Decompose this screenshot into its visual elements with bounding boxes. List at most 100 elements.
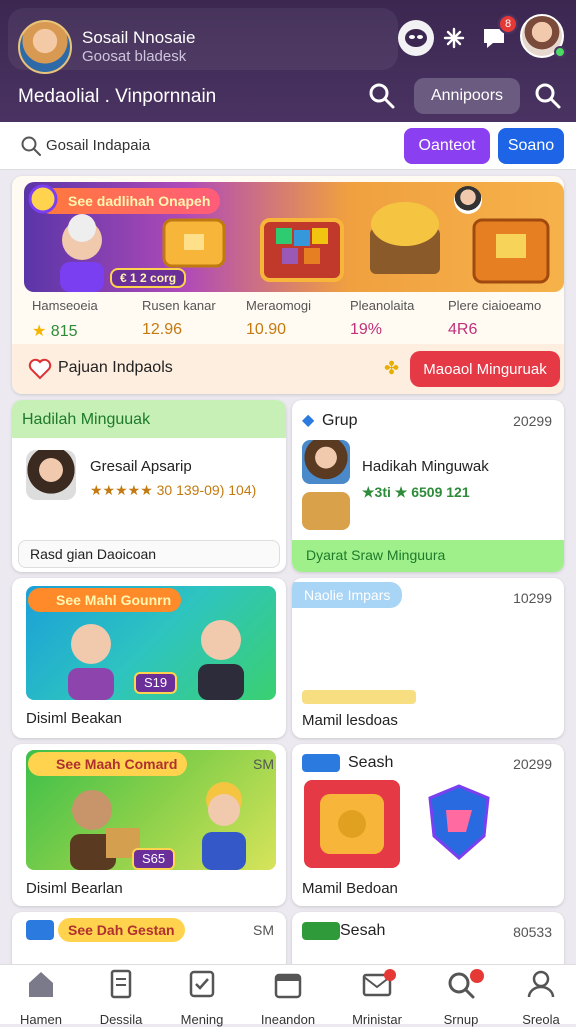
card-footer-label: Mamil Bedoan <box>302 880 398 897</box>
stat-value: 4R6 <box>448 321 478 338</box>
profile-avatar[interactable] <box>18 20 72 74</box>
search-filter-button[interactable]: Oanteot <box>404 128 490 164</box>
nav-badge <box>470 969 484 983</box>
price-tag: S19 <box>134 672 178 694</box>
character-icon <box>202 782 246 870</box>
card-title: Seash <box>348 754 394 771</box>
game-tag: See Mahl Gounrn <box>28 588 182 612</box>
top-action-button[interactable]: Annipoors <box>414 78 520 114</box>
profile-subtitle: Goosat bladesk <box>82 48 187 65</box>
card-sesah[interactable]: Sesah 80533 <box>292 912 564 972</box>
stat-2: Rusen kanar 12.96 <box>142 298 242 339</box>
search-icon-secondary[interactable] <box>532 80 564 112</box>
progress-bar <box>302 690 416 704</box>
character-icon <box>198 620 244 700</box>
hero-footer-button[interactable]: Maoaol Minguruak <box>410 351 560 387</box>
calendar-icon <box>274 973 302 999</box>
nav-label: Srnup <box>443 1012 479 1027</box>
card-impars[interactable]: Naolie Impars 10299 Mamil lesdoas <box>292 578 564 738</box>
host-avatar <box>454 186 482 214</box>
profile-pill[interactable]: Sosail Nnosaie Goosat bladesk <box>8 8 398 74</box>
nav-label: Ineandon <box>260 1012 316 1027</box>
stat-value: 10.90 <box>246 321 287 338</box>
search-bar: Gosail Indapaia Oanteot Soano <box>0 122 576 170</box>
card-number: 80533 <box>513 924 552 940</box>
card-number: SM <box>253 756 274 772</box>
nav-label: Mrinistar <box>352 1012 402 1027</box>
nav-item-srnup[interactable]: Srnup <box>420 969 502 1027</box>
hero-footer-label: Pajuan Indpaols <box>58 359 173 376</box>
nav-label: Mening <box>180 1012 224 1027</box>
card-footer-label: Disiml Beakan <box>26 710 122 727</box>
nav-item-ineandon[interactable]: Ineandon <box>247 969 329 1027</box>
player-avatar <box>302 440 350 484</box>
top-bar: Sosail Nnosaie Goosat bladesk 8 Medaolia… <box>0 0 576 122</box>
card-title: Hadilah Minguuak <box>22 411 151 428</box>
game-image: See Mahl Gounrn S19 <box>26 586 276 700</box>
shield-icon <box>428 784 490 860</box>
profile-name: Sosail Nnosaie <box>82 28 196 47</box>
reward-label: € 1 2 corg <box>110 268 187 288</box>
price-tag: S65 <box>132 848 176 870</box>
search-input-icon <box>21 136 41 156</box>
stat-label: Rusen kanar <box>142 298 216 313</box>
game-image: See Maah Comard S65 <box>26 750 276 870</box>
card-hadilah[interactable]: Hadilah Minguuak Gresail Apsarip ★★★★★ 3… <box>12 400 286 572</box>
game-logo-icon <box>302 754 340 772</box>
player-name: Hadikah Minguwak <box>362 458 489 475</box>
gold-pile-icon <box>370 202 440 274</box>
player-avatar <box>26 450 76 500</box>
card-game-3[interactable]: See Dah Gestan SM <box>12 912 286 972</box>
diamond-icon: ◆ <box>302 412 315 429</box>
card-footer-label: Mamil lesdoas <box>302 712 398 729</box>
stat-label: Pleanolaita <box>350 298 415 313</box>
treasure-chest-icon <box>472 218 550 284</box>
game-tag: See Maah Comard <box>28 752 188 776</box>
nav-item-home[interactable]: Hamen <box>0 969 82 1027</box>
card-grup[interactable]: ◆ Grup 20299 Hadikah Minguwak ★3ti ★ 650… <box>292 400 564 572</box>
checklist-icon <box>189 970 215 998</box>
card-title: Sesah <box>340 922 386 939</box>
gold-box-icon <box>162 218 226 268</box>
nav-item-mrinistar[interactable]: Mrinistar <box>336 969 418 1027</box>
game-logo-icon <box>302 922 340 940</box>
card-number: SM <box>253 922 274 938</box>
card-tag: Naolie Impars <box>292 582 403 608</box>
sparkle-icon[interactable] <box>436 20 472 56</box>
clover-icon: ✤ <box>384 358 400 378</box>
card-seash[interactable]: Seash 20299 Mamil Bedoan <box>292 744 564 906</box>
stat-label: Hamseoeia <box>32 298 98 313</box>
search-icon[interactable] <box>366 80 398 112</box>
nav-badge <box>384 969 396 981</box>
player-rating: ★3ti ★ 6509 121 <box>362 484 470 500</box>
stat-label: Meraomogi <box>246 298 312 313</box>
card-footer-label: Rasd gian Daoicoan <box>30 546 157 562</box>
card-footer-label: Disiml Bearlan <box>26 880 123 897</box>
nav-item-mening[interactable]: Mening <box>161 969 243 1027</box>
stat-value: 19% <box>350 321 383 338</box>
mask-icon[interactable] <box>398 20 434 56</box>
gem-chest-icon <box>260 218 344 282</box>
card-game-1[interactable]: See Mahl Gounrn S19 Disiml Beakan <box>12 578 286 738</box>
star-icon: ★ <box>32 323 47 340</box>
nav-item-sreola[interactable]: Sreola <box>500 969 576 1027</box>
stat-value: 815 <box>50 323 78 340</box>
card-number: 10299 <box>513 590 552 606</box>
bottom-nav: Hamen Dessila Mening Ineandon Mrinistar … <box>0 964 576 1027</box>
heart-icon[interactable] <box>28 358 52 380</box>
hero-card[interactable]: See dadlihah Onapeh € 1 2 corg Hamseoeia… <box>12 176 564 394</box>
stat-label: Plere ciaioeamo <box>448 298 542 313</box>
hero-banner[interactable]: See dadlihah Onapeh € 1 2 corg <box>24 182 564 292</box>
game-tag: See Dah Gestan <box>58 918 185 942</box>
gold-safe-icon <box>304 780 400 868</box>
notification-badge: 8 <box>498 14 518 34</box>
card-game-2[interactable]: See Maah Comard S65 SM Disiml Bearlan <box>12 744 286 906</box>
search-submit-button[interactable]: Soano <box>498 128 564 164</box>
card-number: 20299 <box>513 413 552 429</box>
stat-value: 12.96 <box>142 321 183 338</box>
stat-3: Meraomogi 10.90 <box>246 298 346 339</box>
search-input[interactable]: Gosail Indapaia <box>46 137 150 154</box>
player-rating: ★★★★★ 30 139-09) 104) <box>90 482 257 498</box>
game-logo-icon <box>26 920 54 940</box>
nav-item-dessila[interactable]: Dessila <box>80 969 162 1027</box>
